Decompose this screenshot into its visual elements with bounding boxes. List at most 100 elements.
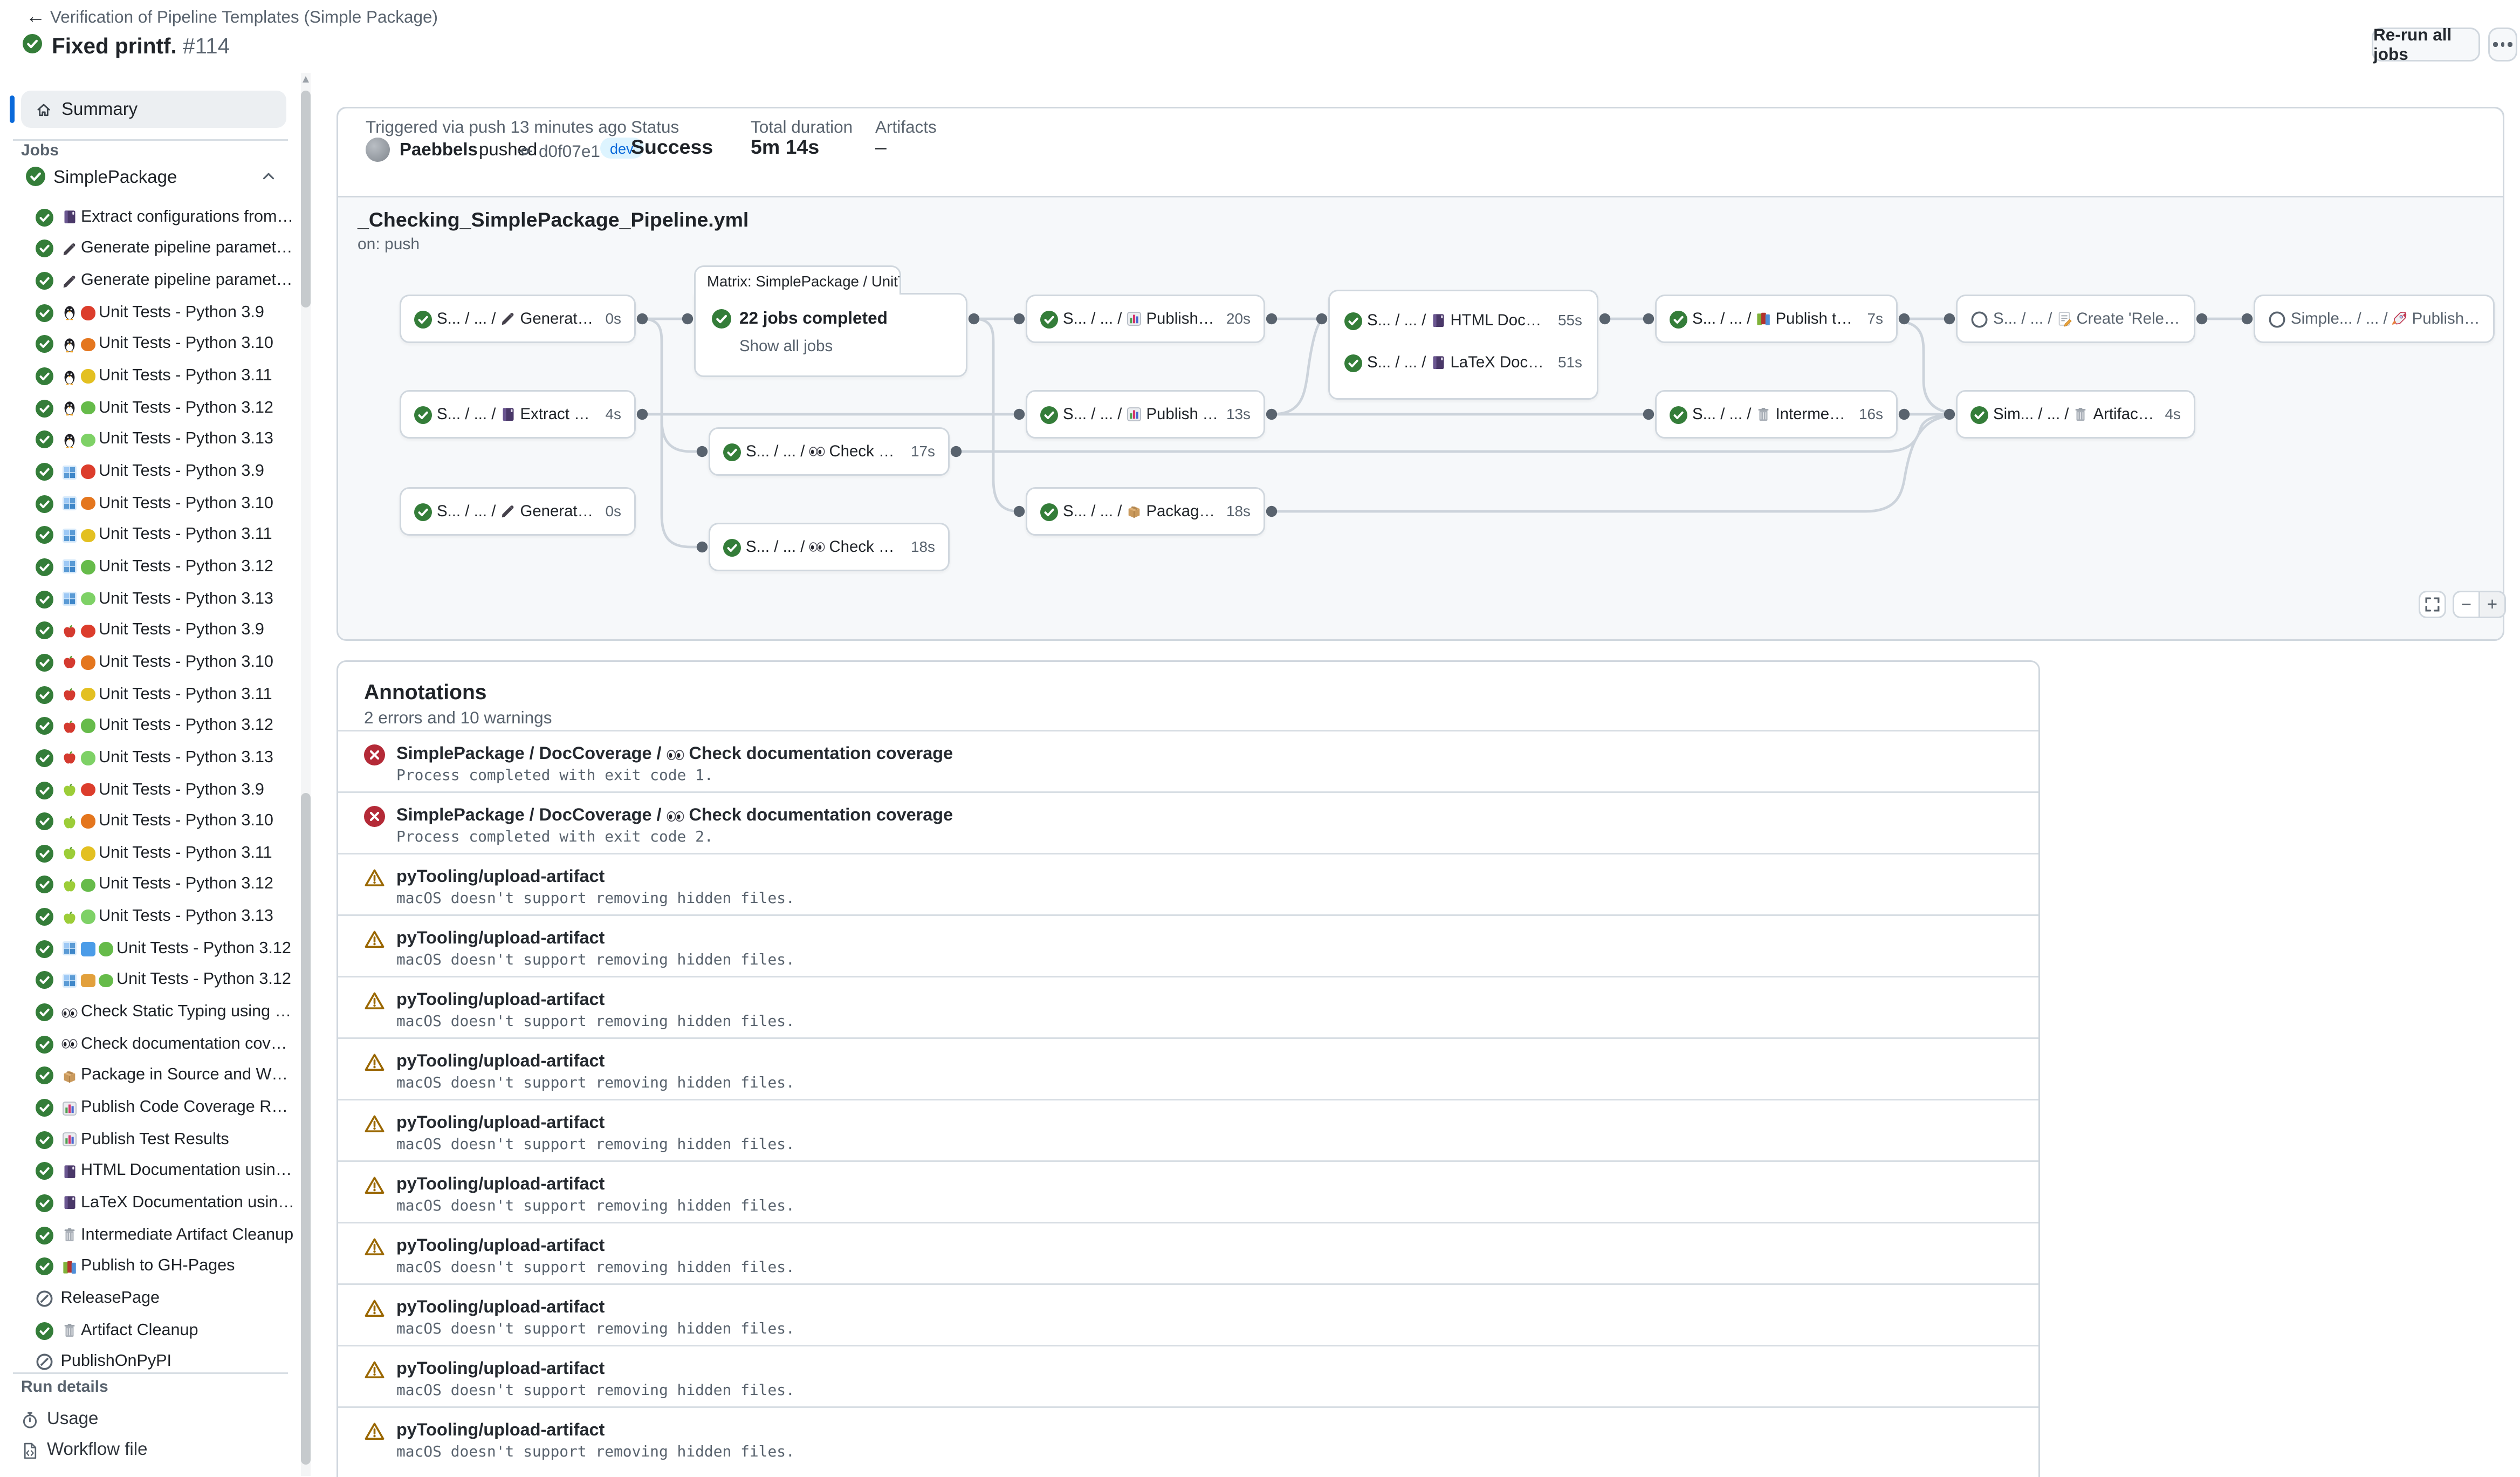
chevron-up-icon[interactable] — [260, 168, 277, 184]
sidebar-scrollbar-thumb[interactable] — [301, 91, 310, 307]
check-circle-icon — [36, 431, 53, 449]
annotation-title[interactable]: pyTooling/upload-artifact — [396, 990, 605, 1010]
check-circle-icon — [36, 526, 53, 544]
sidebar-item-unit-tests-python-3.10-14[interactable]: Unit Tests - Python 3.10 — [36, 647, 294, 679]
matrix-tab[interactable]: Matrix: SimplePackage / UnitTest... — [694, 265, 901, 295]
sidebar-item-unit-tests-python-3.12-21[interactable]: Unit Tests - Python 3.12 — [36, 869, 294, 901]
graph-node-html-docume...[interactable]: S... / ... /HTML Docume...55s — [1330, 299, 1597, 341]
sidebar-item-generate-pipeline-parameters-1[interactable]: Generate pipeline parameters — [36, 233, 294, 265]
graph-node-publish-code-c...[interactable]: S... / ... /Publish Code C...20s — [1026, 295, 1265, 343]
sidebar-item-latex-documentation-using-...-31[interactable]: LaTeX Documentation using ... — [36, 1187, 294, 1219]
graph-node-publish-to-gh-p...[interactable]: S... / ... /Publish to GH-P...7s — [1655, 295, 1898, 343]
graph-node-check-static-ty...[interactable]: S... / ... /Check Static Ty...17s — [709, 427, 950, 476]
sidebar-item-releasepage-34[interactable]: ReleasePage — [36, 1283, 294, 1315]
annotation-title[interactable]: pyTooling/upload-artifact — [396, 1421, 605, 1440]
graph-node-generate-pipelin...[interactable]: S... / ... /Generate pipelin...0s — [400, 487, 636, 536]
sidebar-item-html-documentation-using-...-30[interactable]: HTML Documentation using ... — [36, 1155, 294, 1187]
run-menu-kebab-button[interactable] — [2488, 28, 2517, 61]
artifacts-label: Artifacts — [875, 118, 937, 138]
avatar[interactable] — [366, 138, 390, 162]
sidebar-item-package-in-source-and-wheel...-27[interactable]: Package in Source and Wheel... — [36, 1060, 294, 1092]
sidebar-item-unit-tests-python-3.9-13[interactable]: Unit Tests - Python 3.9 — [36, 615, 294, 647]
sidebar-divider-bottom — [13, 1372, 288, 1374]
sidebar-item-unit-tests-python-3.13-12[interactable]: Unit Tests - Python 3.13 — [36, 583, 294, 615]
back-arrow-icon[interactable]: ← — [26, 5, 45, 28]
node-prefix: S... / ... / — [437, 503, 496, 521]
sidebar-item-unit-tests-python-3.11-15[interactable]: Unit Tests - Python 3.11 — [36, 679, 294, 710]
annotation-message: Process completed with exit code 1. — [396, 767, 713, 785]
sidebar-item-check-static-typing-using-pyt...-25[interactable]: Check Static Typing using Pyt... — [36, 996, 294, 1028]
sidebar-item-unit-tests-python-3.13-22[interactable]: Unit Tests - Python 3.13 — [36, 901, 294, 933]
sidebar-item-unit-tests-python-3.12-16[interactable]: Unit Tests - Python 3.12 — [36, 710, 294, 742]
sidebar-item-publish-test-results-29[interactable]: Publish Test Results — [36, 1124, 294, 1155]
annotation-title[interactable]: pyTooling/upload-artifact — [396, 1113, 605, 1133]
zoom-out-button[interactable]: − — [2454, 592, 2478, 617]
graph-node-artifact-cleanup[interactable]: Sim... / ... /Artifact Cleanup4s — [1956, 390, 2195, 439]
dot-red-icon — [81, 465, 95, 479]
sidebar-item-unit-tests-python-3.12-6[interactable]: Unit Tests - Python 3.12 — [36, 392, 294, 424]
graph-fullscreen-button[interactable] — [2419, 591, 2446, 618]
sidebar-item-extract-configurations-from-p...-0[interactable]: Extract configurations from p... — [36, 202, 294, 234]
node-prefix: S... / ... / — [1367, 354, 1426, 372]
sq-orange-icon — [81, 974, 95, 988]
sidebar-item-generate-pipeline-parameters-2[interactable]: Generate pipeline parameters — [36, 265, 294, 297]
job-label: Generate pipeline parameters — [81, 272, 294, 290]
sidebar-item-unit-tests-python-3.10-19[interactable]: Unit Tests - Python 3.10 — [36, 806, 294, 838]
page-scrollbar-thumb[interactable] — [301, 793, 310, 1465]
annotation-title[interactable]: pyTooling/upload-artifact — [396, 1175, 605, 1194]
sidebar-item-publish-code-coverage-results-28[interactable]: Publish Code Coverage Results — [36, 1092, 294, 1124]
annotation-title[interactable]: SimplePackage / DocCoverage /Check docum… — [396, 806, 953, 825]
sidebar-item-unit-tests-python-3.12-23[interactable]: Unit Tests - Python 3.12 — [36, 933, 294, 965]
commit-sha[interactable]: d0f07e1 — [539, 142, 600, 161]
annotation-title[interactable]: pyTooling/upload-artifact — [396, 929, 605, 948]
sidebar-item-intermediate-artifact-cleanup-32[interactable]: Intermediate Artifact Cleanup — [36, 1219, 294, 1251]
sidebar-item-usage[interactable]: Usage — [21, 1405, 280, 1434]
annotation-title[interactable]: pyTooling/upload-artifact — [396, 1359, 605, 1379]
graph-node-latex-docume...[interactable]: S... / ... /LaTeX Docume...51s — [1330, 341, 1597, 384]
graph-node-package-in-sou...[interactable]: S... / ... /Package in Sou...18s — [1026, 487, 1265, 536]
sidebar-item-publish-to-gh-pages-33[interactable]: Publish to GH-Pages — [36, 1251, 294, 1283]
actor-name[interactable]: Paebbels — [400, 141, 478, 160]
sidebar-item-unit-tests-python-3.9-8[interactable]: Unit Tests - Python 3.9 — [36, 456, 294, 488]
warn-icon — [364, 1421, 385, 1442]
sidebar-item-unit-tests-python-3.10-4[interactable]: Unit Tests - Python 3.10 — [36, 329, 294, 360]
warn-icon — [364, 929, 385, 950]
annotation-title[interactable]: pyTooling/upload-artifact — [396, 1052, 605, 1071]
graph-node-publish-to-pypi[interactable]: Simple... / ... /Publish to PyPI — [2254, 295, 2495, 343]
annotation-title[interactable]: pyTooling/upload-artifact — [396, 1298, 605, 1317]
sidebar-item-unit-tests-python-3.13-17[interactable]: Unit Tests - Python 3.13 — [36, 742, 294, 774]
zoom-in-button[interactable]: + — [2478, 592, 2504, 617]
graph-node-intermediate-a...[interactable]: S... / ... /Intermediate A...16s — [1655, 390, 1898, 439]
sidebar-item-unit-tests-python-3.13-7[interactable]: Unit Tests - Python 3.13 — [36, 424, 294, 456]
sidebar-item-unit-tests-python-3.11-20[interactable]: Unit Tests - Python 3.11 — [36, 838, 294, 870]
graph-node-create-release-pa...[interactable]: S... / ... /Create 'Release Pa... — [1956, 295, 2195, 343]
matrix-card[interactable]: 22 jobs completed Show all jobs — [694, 293, 967, 377]
sidebar-item-unit-tests-python-3.10-9[interactable]: Unit Tests - Python 3.10 — [36, 488, 294, 519]
graph-node-publish-test-re...[interactable]: S... / ... /Publish Test Re...13s — [1026, 390, 1265, 439]
rerun-all-jobs-button[interactable]: Re-run all jobs — [2372, 28, 2480, 61]
sidebar-item-check-documentation-covera...-26[interactable]: Check documentation covera... — [36, 1028, 294, 1060]
sidebar-item-unit-tests-python-3.12-24[interactable]: Unit Tests - Python 3.12 — [36, 965, 294, 996]
sidebar-item-unit-tests-python-3.11-10[interactable]: Unit Tests - Python 3.11 — [36, 519, 294, 551]
sidebar-item-unit-tests-python-3.9-18[interactable]: Unit Tests - Python 3.9 — [36, 774, 294, 806]
sidebar-item-unit-tests-python-3.11-5[interactable]: Unit Tests - Python 3.11 — [36, 360, 294, 392]
annotation-title[interactable]: pyTooling/upload-artifact — [396, 867, 605, 887]
show-all-jobs-link[interactable]: Show all jobs — [739, 338, 833, 356]
graph-node-check-docume...[interactable]: S... / ... /Check docume...18s — [709, 523, 950, 571]
apple-green-icon — [61, 782, 77, 798]
check-circle-icon — [36, 1322, 53, 1339]
sidebar-item-unit-tests-python-3.12-11[interactable]: Unit Tests - Python 3.12 — [36, 551, 294, 583]
sidebar-item-summary[interactable] — [21, 91, 286, 128]
sidebar-item-artifact-cleanup-35[interactable]: Artifact Cleanup — [36, 1315, 294, 1346]
breadcrumb[interactable]: Verification of Pipeline Templates (Simp… — [50, 8, 438, 28]
scrollbar-up-arrow[interactable] — [302, 76, 308, 83]
graph-node-extract-configur...[interactable]: S... / ... /Extract configur...4s — [400, 390, 636, 439]
annotation-title[interactable]: SimplePackage / DocCoverage /Check docum… — [396, 744, 953, 764]
sidebar-item-unit-tests-python-3.9-3[interactable]: Unit Tests - Python 3.9 — [36, 297, 294, 329]
run-detail-label: Workflow file — [47, 1440, 147, 1460]
node-prefix: S... / ... / — [437, 310, 496, 328]
sidebar-item-workflow-file[interactable]: Workflow file — [21, 1435, 280, 1465]
graph-node-generate-pipelin...[interactable]: S... / ... /Generate pipelin...0s — [400, 295, 636, 343]
book-icon — [1430, 354, 1446, 371]
annotation-title[interactable]: pyTooling/upload-artifact — [396, 1236, 605, 1256]
